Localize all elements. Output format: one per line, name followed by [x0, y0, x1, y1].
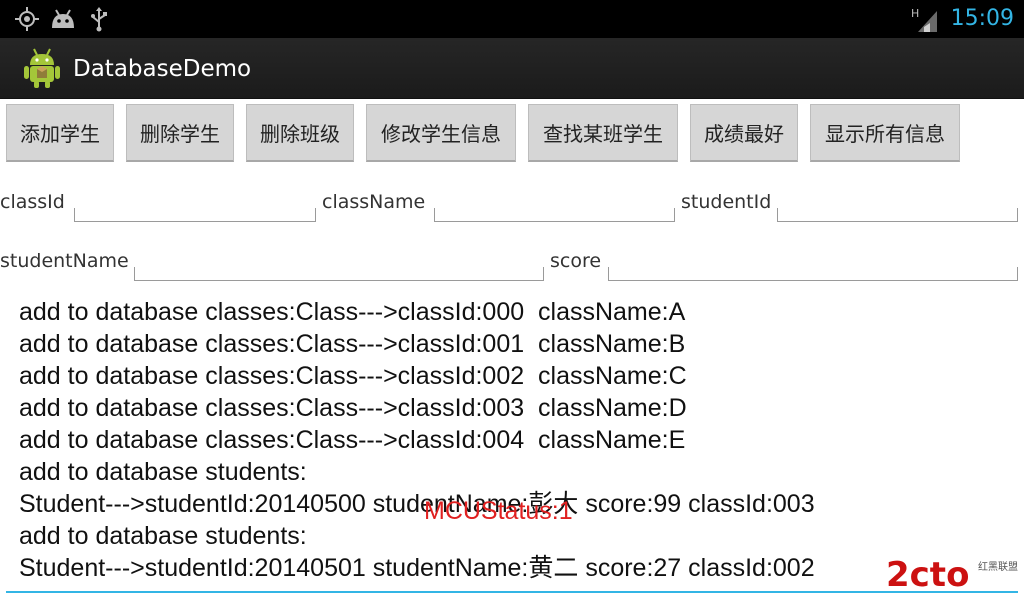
classname-field[interactable] — [434, 208, 675, 222]
studentname-label: studentName — [0, 250, 129, 272]
output-line: Student--->studentId:20140501 studentNam… — [19, 554, 815, 582]
android-robot-icon[interactable] — [22, 47, 62, 93]
edit-student-info-button[interactable]: 修改学生信息 — [366, 104, 516, 162]
output-line: add to database students: — [19, 458, 307, 486]
output-line: add to database classes:Class--->classId… — [19, 426, 686, 454]
app-title: DatabaseDemo — [73, 56, 252, 82]
output-line: add to database classes:Class--->classId… — [19, 362, 687, 390]
usb-icon — [90, 0, 108, 38]
clock-time: 15:09 — [950, 6, 1014, 31]
studentname-field[interactable] — [134, 267, 544, 281]
svg-text:H: H — [911, 7, 919, 20]
classid-label: classId — [0, 191, 65, 213]
best-score-button[interactable]: 成绩最好 — [690, 104, 798, 162]
find-class-students-button[interactable]: 查找某班学生 — [528, 104, 678, 162]
watermark-tag: 红黑联盟 — [978, 562, 1018, 573]
add-student-button[interactable]: 添加学生 — [6, 104, 114, 162]
svg-text:2cto: 2cto — [886, 556, 969, 592]
classid-field[interactable] — [74, 208, 316, 222]
output-textarea[interactable]: add to database classes:Class--->classId… — [19, 296, 1009, 584]
mcu-status-overlay: MCUStatus:1 — [424, 497, 573, 525]
gps-icon — [14, 0, 40, 38]
score-field[interactable] — [608, 267, 1018, 281]
delete-class-button[interactable]: 删除班级 — [246, 104, 354, 162]
status-bar: H 15:09 — [0, 0, 1024, 38]
signal-icon: H — [910, 0, 938, 38]
delete-student-button[interactable]: 删除学生 — [126, 104, 234, 162]
score-label: score — [550, 250, 602, 272]
output-line: add to database classes:Class--->classId… — [19, 330, 686, 358]
android-debug-icon — [49, 0, 77, 38]
classname-label: className — [322, 191, 426, 213]
studentid-label: studentId — [681, 191, 772, 213]
output-line: add to database classes:Class--->classId… — [19, 394, 687, 422]
show-all-info-button[interactable]: 显示所有信息 — [810, 104, 960, 162]
textarea-underline — [6, 591, 1018, 593]
studentid-field[interactable] — [777, 208, 1018, 222]
output-line: add to database classes:Class--->classId… — [19, 298, 686, 326]
action-bar: DatabaseDemo — [0, 38, 1024, 99]
